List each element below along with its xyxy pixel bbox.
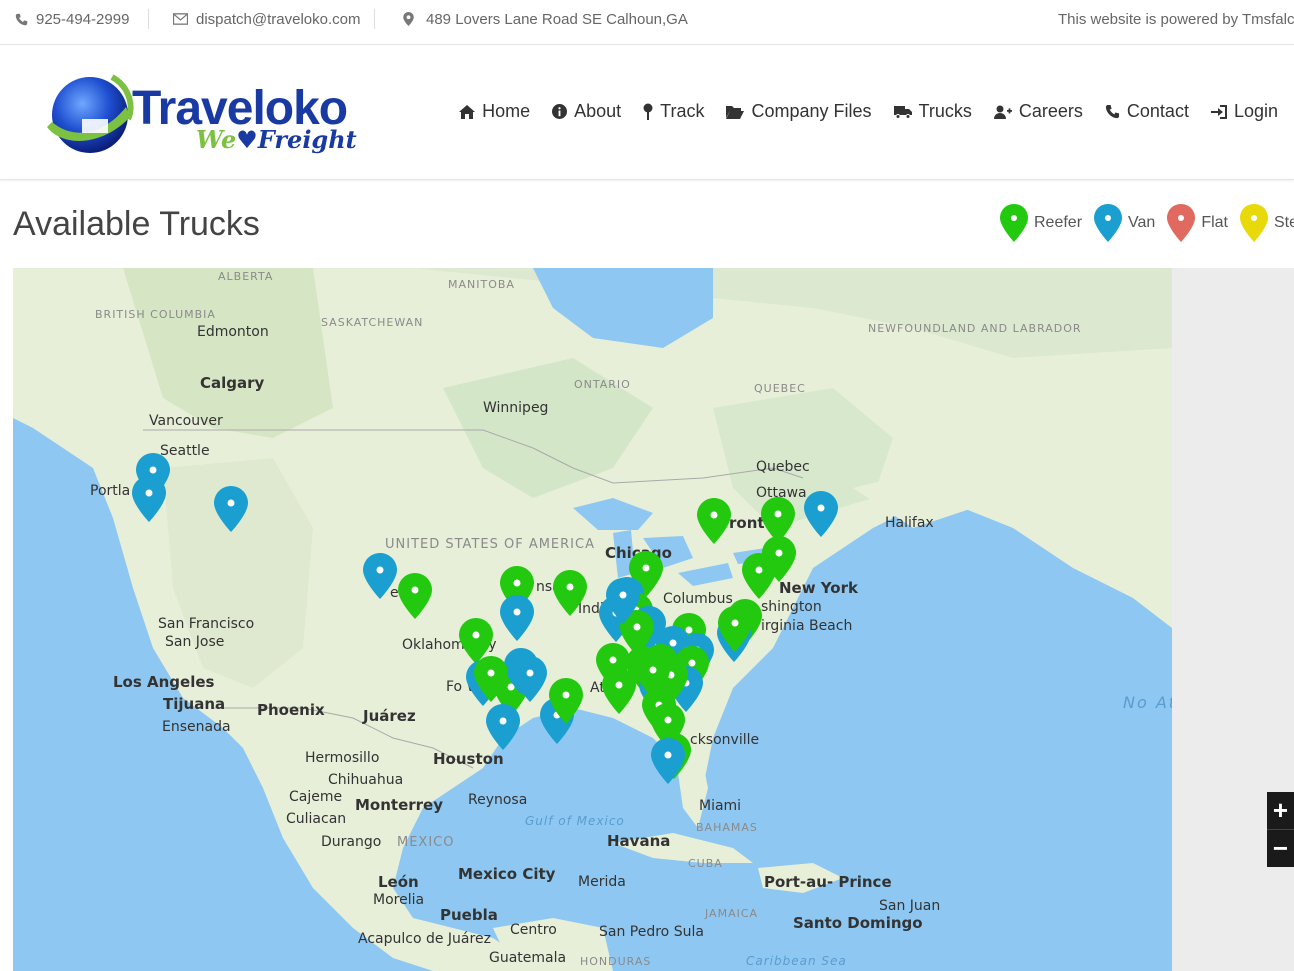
- van-truck-pin[interactable]: [651, 738, 685, 784]
- top-bar: 925-494-2999 dispatch@traveloko.com 489 …: [0, 0, 1294, 45]
- reefer-truck-pin[interactable]: [742, 553, 776, 599]
- logo[interactable]: Traveloko We♥Freight: [32, 65, 368, 169]
- legend-step-label: Step: [1273, 214, 1294, 231]
- user-plus-icon: [993, 105, 1012, 119]
- map-pin-icon: [643, 103, 653, 120]
- van-truck-pin[interactable]: [363, 553, 397, 599]
- topbar-phone[interactable]: 925-494-2999: [15, 0, 129, 38]
- sign-in-icon: [1210, 104, 1227, 119]
- topbar-email-text: dispatch@traveloko.com: [196, 10, 361, 28]
- main-nav: Home About Track Company Files Trucks Ca…: [437, 101, 1278, 122]
- phone-icon: [15, 13, 28, 25]
- envelope-icon: [173, 13, 188, 25]
- legend-flat: Flat: [1167, 204, 1228, 242]
- topbar-address-text: 489 Lovers Lane Road SE Calhoun,GA: [426, 10, 688, 28]
- zoom-in-button[interactable]: +: [1267, 792, 1294, 829]
- divider: [374, 9, 375, 29]
- map-legend: Reefer Van Flat Step: [1000, 204, 1294, 242]
- reefer-truck-pin[interactable]: [398, 573, 432, 619]
- logo-tagline: We♥Freight: [196, 125, 357, 154]
- zoom-out-button[interactable]: −: [1267, 829, 1294, 867]
- topbar-powered-by[interactable]: This website is powered by Tmsfalco: [1058, 0, 1294, 38]
- nav-track-label: Track: [660, 101, 705, 121]
- legend-van-label: Van: [1128, 214, 1156, 231]
- nav-careers-label: Careers: [1018, 101, 1083, 121]
- home-icon: [459, 104, 476, 119]
- divider: [148, 9, 149, 29]
- nav-about-label: About: [574, 101, 622, 121]
- phone-icon: [1105, 104, 1119, 119]
- zoom-control: + −: [1267, 792, 1294, 867]
- legend-step: Step: [1239, 204, 1294, 242]
- topbar-email[interactable]: dispatch@traveloko.com: [173, 0, 360, 38]
- van-truck-pin[interactable]: [486, 704, 520, 750]
- nav-track[interactable]: Track: [643, 101, 704, 122]
- truck-icon: [893, 105, 912, 119]
- globe-logo-icon: [47, 74, 134, 153]
- nav-contact[interactable]: Contact: [1105, 101, 1189, 122]
- folder-open-icon: [726, 105, 745, 119]
- nav-trucks[interactable]: Trucks: [893, 101, 972, 122]
- red-pin-icon: [1167, 204, 1196, 242]
- legend-flat-label: Flat: [1201, 214, 1228, 231]
- nav-company-files[interactable]: Company Files: [726, 101, 872, 122]
- map-marker-icon: [403, 12, 414, 26]
- trucks-map[interactable]: No Atlant ALBERTA MANITOBA BRITISH COLUM…: [13, 268, 1172, 971]
- van-truck-pin[interactable]: [132, 476, 166, 522]
- page-title: Available Trucks: [13, 205, 260, 243]
- topbar-phone-text: 925-494-2999: [36, 10, 130, 28]
- nav-trucks-label: Trucks: [918, 101, 972, 121]
- truck-pins: [132, 453, 838, 784]
- van-truck-pin[interactable]: [804, 491, 838, 537]
- nav-company-files-label: Company Files: [751, 101, 872, 121]
- yellow-pin-icon: [1239, 204, 1268, 242]
- site-header: Traveloko We♥Freight Home About Track Co…: [0, 45, 1294, 180]
- nav-login-label: Login: [1233, 101, 1278, 121]
- blue-pin-icon: [1094, 204, 1123, 242]
- nav-home-label: Home: [482, 101, 531, 121]
- reefer-truck-pin[interactable]: [697, 498, 731, 544]
- powered-by-text: This website is powered by Tmsfalco: [1058, 10, 1294, 28]
- legend-reefer-label: Reefer: [1034, 214, 1083, 231]
- van-truck-pin[interactable]: [500, 595, 534, 641]
- legend-reefer: Reefer: [1000, 204, 1082, 242]
- logo-tagline-freight: Freight: [257, 125, 357, 154]
- green-pin-icon: [1000, 204, 1028, 242]
- van-truck-pin[interactable]: [214, 486, 248, 532]
- topbar-address: 489 Lovers Lane Road SE Calhoun,GA: [403, 0, 688, 38]
- info-icon: [552, 104, 568, 119]
- heart-icon: ♥: [236, 125, 258, 154]
- nav-contact-label: Contact: [1126, 101, 1189, 121]
- reefer-truck-pin[interactable]: [553, 570, 587, 616]
- legend-van: Van: [1094, 204, 1155, 242]
- nav-careers[interactable]: Careers: [993, 101, 1083, 122]
- nav-login[interactable]: Login: [1210, 101, 1278, 122]
- logo-tagline-we: We: [196, 125, 237, 154]
- nav-about[interactable]: About: [552, 101, 621, 122]
- nav-home[interactable]: Home: [459, 101, 530, 122]
